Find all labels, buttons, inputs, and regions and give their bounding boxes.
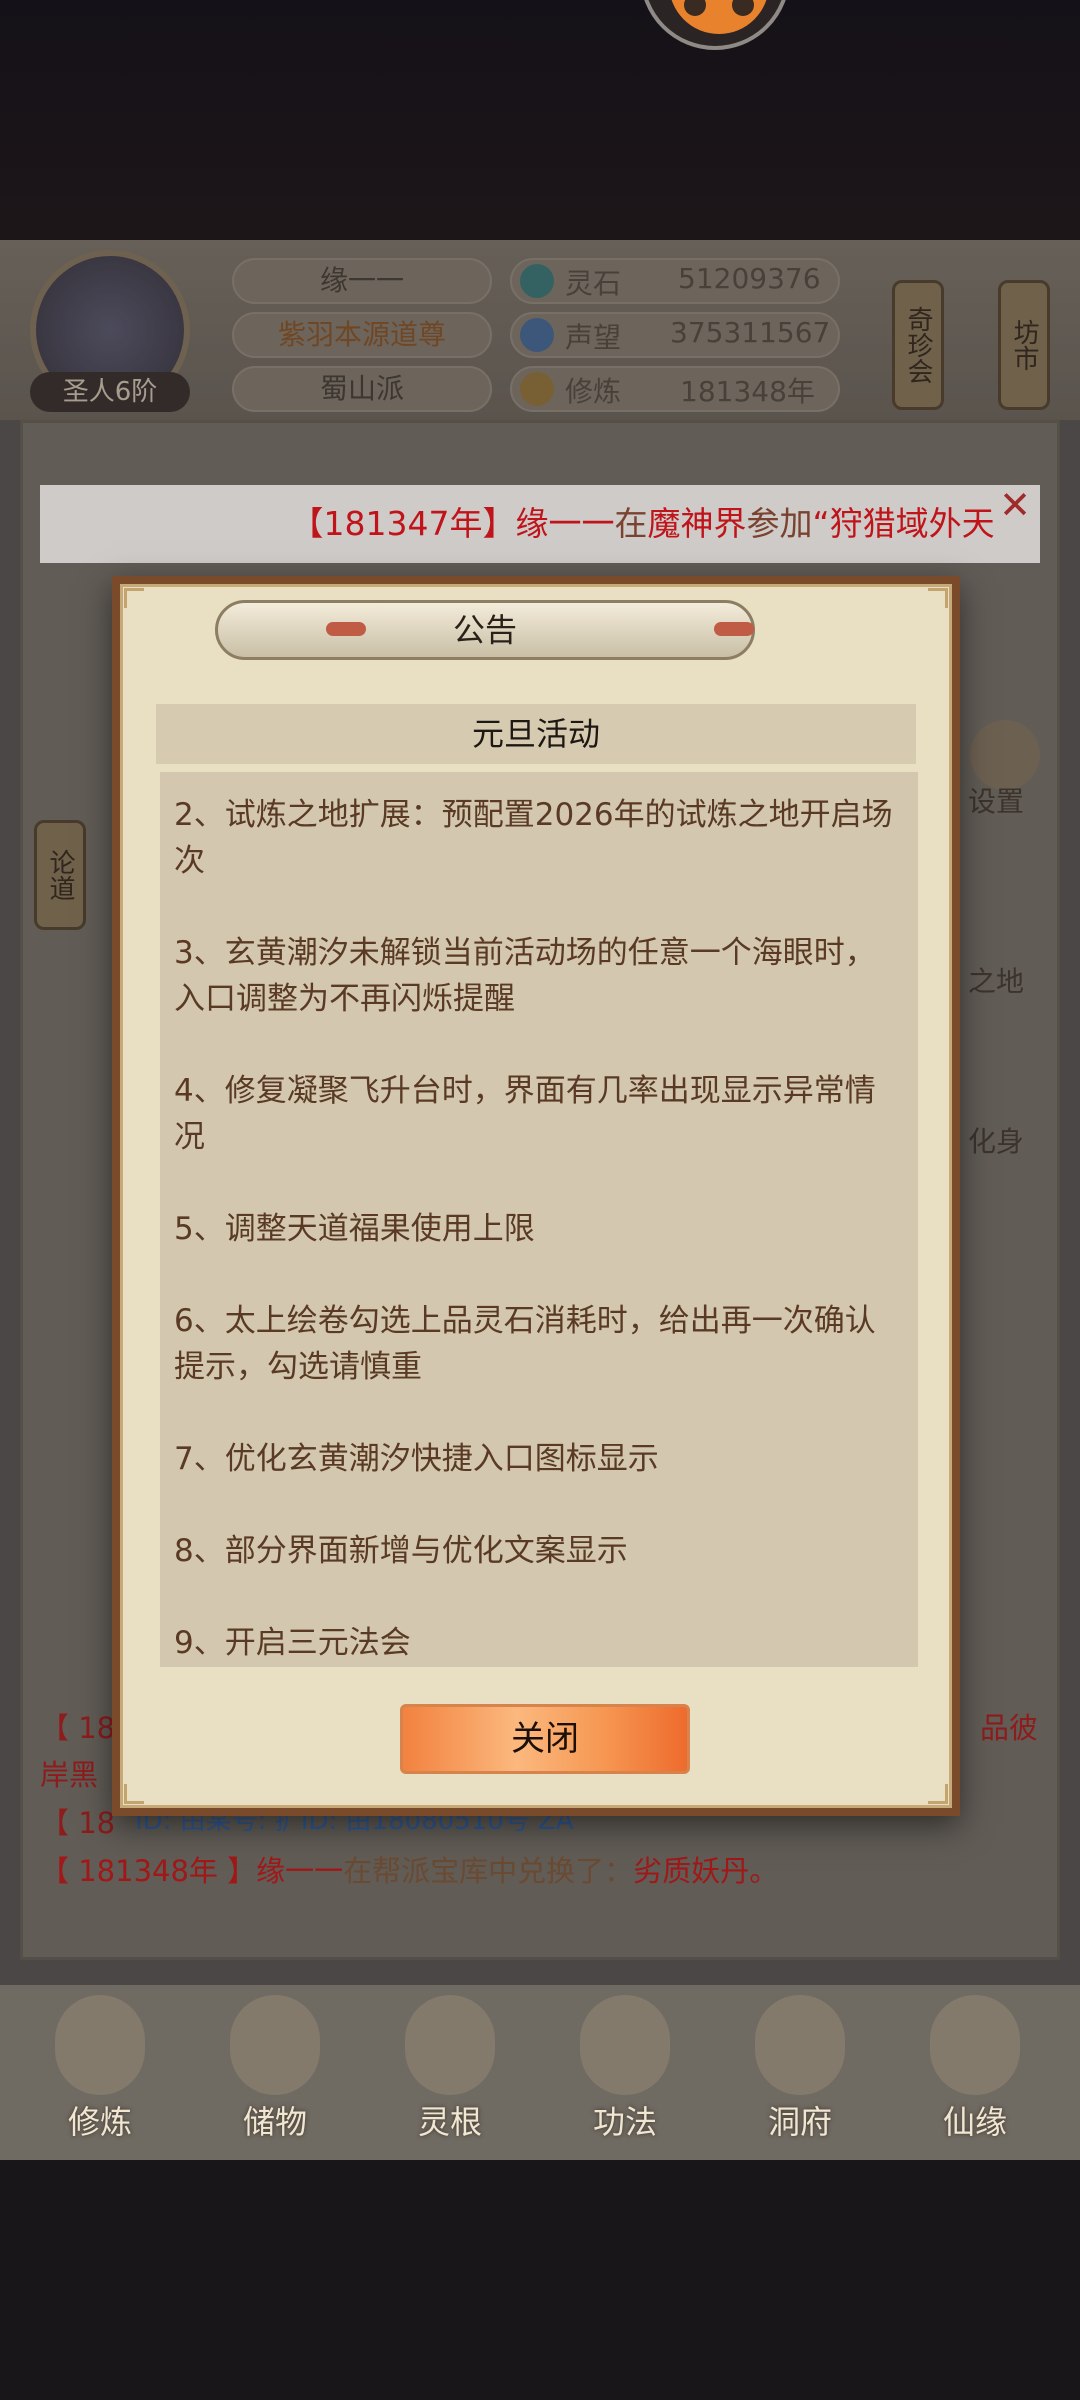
corner-ornament bbox=[928, 588, 948, 608]
cave-icon bbox=[755, 1995, 845, 2095]
fate-icon bbox=[930, 1995, 1020, 2095]
notice-title: 元旦活动 bbox=[471, 715, 600, 753]
log-line-1-suffix: 品彼 bbox=[980, 1711, 1039, 1745]
log-line-1: 【 18 bbox=[40, 1711, 116, 1745]
corner-ornament bbox=[928, 1784, 948, 1804]
marquee-text: 参加 bbox=[746, 504, 813, 543]
marquee-quote: “狩猎域外天 bbox=[812, 504, 995, 543]
storage-icon bbox=[230, 1995, 320, 2095]
bottom-dark-area bbox=[0, 2160, 1080, 2400]
bottom-nav: 修炼 储物 灵根 功法 洞府 仙缘 bbox=[0, 1985, 1080, 2160]
marquee-text: 在 bbox=[614, 504, 648, 543]
marquee-player: 缘一一 bbox=[515, 504, 615, 543]
cultivate-icon bbox=[55, 1995, 145, 2095]
log-line-3: 【 18 bbox=[40, 1806, 116, 1840]
nav-cave[interactable]: 洞府 bbox=[725, 1985, 875, 2160]
notice-item: 7、优化玄黄潮汐快捷入口图标显示 bbox=[174, 1441, 659, 1477]
nav-fate[interactable]: 仙缘 bbox=[900, 1985, 1050, 2160]
notice-item: 6、太上绘卷勾选上品灵石消耗时，给出再一次确认提示，勾选请慎重 bbox=[174, 1303, 876, 1385]
notice-item: 2、试炼之地扩展：预配置2026年的试炼之地开启场次 bbox=[174, 797, 893, 879]
log-line-4: 【 181348年 】缘一一在帮派宝库中兑换了：劣质妖丹。 bbox=[40, 1848, 778, 1890]
log-year: 【 181348年 】 bbox=[40, 1854, 257, 1888]
close-button[interactable]: 关闭 bbox=[400, 1704, 690, 1774]
nav-cultivate[interactable]: 修炼 bbox=[25, 1985, 175, 2160]
notice-item: 3、玄黄潮汐未解锁当前活动场的任意一个海眼时，入口调整为不再闪烁提醒 bbox=[174, 935, 876, 1017]
technique-icon bbox=[580, 1995, 670, 2095]
notice-item: 9、开启三元法会 bbox=[174, 1625, 411, 1661]
marquee-year: 181347年 bbox=[323, 504, 483, 543]
corner-ornament bbox=[124, 1784, 144, 1804]
log-line-2: 岸黑 bbox=[40, 1758, 99, 1792]
marquee-bracket: 【 bbox=[290, 504, 324, 543]
log-text: 在帮派宝库中兑换了： bbox=[343, 1854, 634, 1888]
corner-ornament bbox=[124, 588, 144, 608]
spirit-root-icon bbox=[405, 1995, 495, 2095]
nav-technique[interactable]: 功法 bbox=[550, 1985, 700, 2160]
log-item: 劣质妖丹。 bbox=[633, 1854, 779, 1888]
nav-spirit-root[interactable]: 灵根 bbox=[375, 1985, 525, 2160]
nav-storage[interactable]: 储物 bbox=[200, 1985, 350, 2160]
top-dark-area bbox=[0, 0, 1080, 240]
notice-item: 4、修复凝聚飞升台时，界面有几率出现显示异常情况 bbox=[174, 1073, 876, 1155]
dialog-title: 公告 bbox=[452, 611, 517, 649]
marquee-realm: 魔神界 bbox=[647, 504, 747, 543]
notice-item: 5、调整天道福果使用上限 bbox=[174, 1211, 535, 1247]
notice-content[interactable]: 2、试炼之地扩展：预配置2026年的试炼之地开启场次 3、玄黄潮汐未解锁当前活动… bbox=[160, 772, 918, 1667]
log-player: 缘一一 bbox=[256, 1854, 344, 1888]
notice-item: 8、部分界面新增与优化文案显示 bbox=[174, 1533, 628, 1569]
marquee-close-icon[interactable]: ✕ bbox=[995, 485, 1035, 525]
marquee-bracket: 】 bbox=[482, 504, 516, 543]
announcement-marquee: 【181347年】缘一一在魔神界参加“狩猎域外天 bbox=[40, 485, 1040, 563]
